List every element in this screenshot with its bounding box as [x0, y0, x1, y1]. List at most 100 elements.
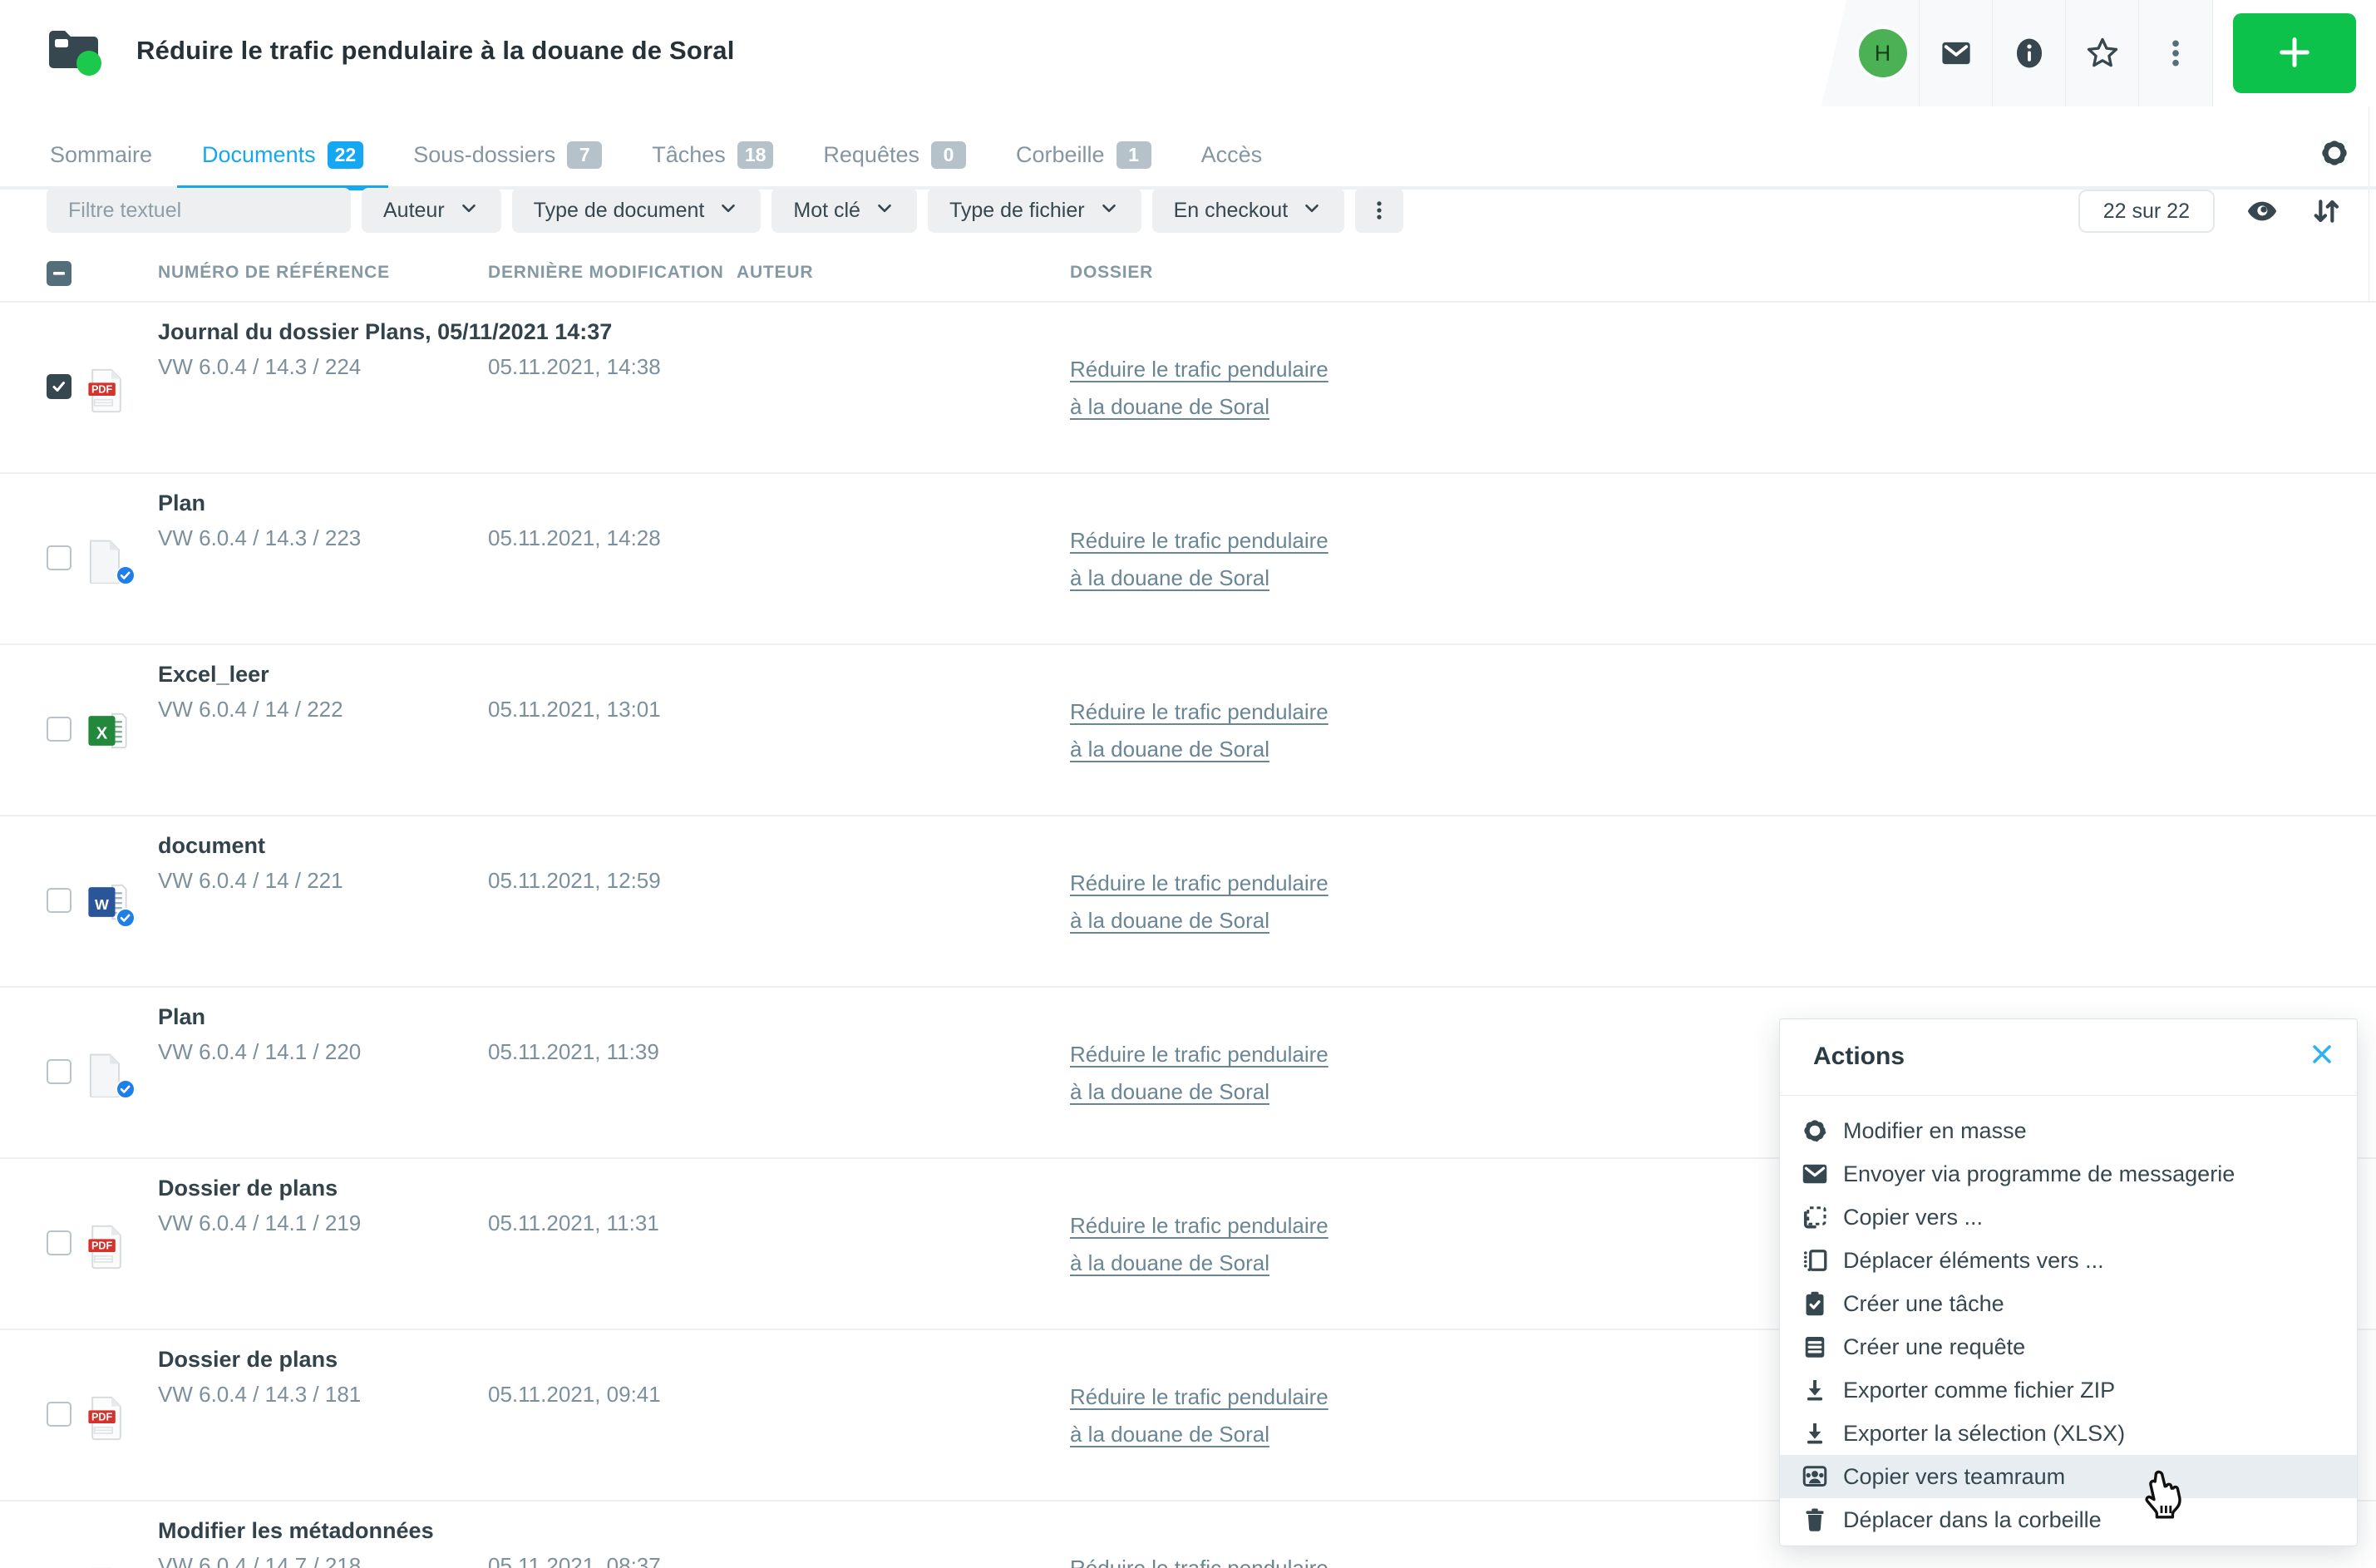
menu-item-creer-une-tache[interactable]: Créer une tâche: [1780, 1282, 2357, 1325]
row-checkbox[interactable]: [47, 1059, 71, 1084]
add-button[interactable]: [2233, 13, 2356, 93]
filter-dropdown-mot-cle[interactable]: Mot clé: [771, 188, 917, 233]
copy-icon: [1800, 1202, 1830, 1232]
download-icon: [1800, 1418, 1830, 1448]
sort-icon[interactable]: [2309, 193, 2343, 229]
document-reference: VW 6.0.4 / 14.3 / 224: [158, 354, 361, 380]
col-modification[interactable]: Dernière modification: [488, 263, 724, 283]
tab-bar: SommaireDocuments22Sous-dossiers7Tâches1…: [0, 125, 2376, 190]
filter-dropdown-type-de-fichier[interactable]: Type de fichier: [928, 188, 1141, 233]
folder-link[interactable]: Réduire le trafic pendulaire à la douane…: [1070, 1550, 1338, 1568]
excel-file-icon: X: [86, 710, 130, 757]
folder-link[interactable]: Réduire le trafic pendulaire à la douane…: [1070, 693, 1338, 768]
folder-link[interactable]: Réduire le trafic pendulaire à la douane…: [1070, 1378, 1338, 1453]
actions-menu: Actions Modifier en masse Envoyer via pr…: [1779, 1018, 2358, 1546]
filter-dropdown-auteur[interactable]: Auteur: [362, 188, 501, 233]
menu-item-modifier-en-masse[interactable]: Modifier en masse: [1780, 1109, 2357, 1152]
row-checkbox[interactable]: [47, 717, 71, 742]
menu-item-exporter-la-selection-xlsx[interactable]: Exporter la sélection (XLSX): [1780, 1412, 2357, 1455]
chevron-down-icon: [1098, 197, 1120, 224]
filter-dropdown-type-de-document[interactable]: Type de document: [512, 188, 762, 233]
row-checkbox[interactable]: [47, 888, 71, 913]
table-header: Numéro de référence Dernière modificatio…: [0, 249, 2376, 303]
document-title: Plan: [158, 1004, 205, 1030]
tab-count-badge: 7: [567, 141, 602, 169]
document-modified: 05.11.2021, 11:39: [488, 1039, 659, 1065]
svg-text:PDF: PDF: [91, 384, 112, 396]
eye-icon[interactable]: [2243, 195, 2281, 228]
menu-item-creer-une-requete[interactable]: Créer une requête: [1780, 1325, 2357, 1368]
avatar[interactable]: H: [1846, 0, 1920, 106]
chevron-down-icon: [1301, 197, 1323, 224]
tab-count-badge: 22: [328, 141, 364, 169]
menu-item-envoyer-via-programme-de-messagerie[interactable]: Envoyer via programme de messagerie: [1780, 1152, 2357, 1196]
kebab-icon[interactable]: [2139, 0, 2212, 106]
tab-documents[interactable]: Documents22: [177, 125, 388, 190]
menu-item-deplacer-elements-vers[interactable]: Déplacer éléments vers ...: [1780, 1239, 2357, 1282]
info-icon[interactable]: [1993, 0, 2066, 106]
tab-corbeille[interactable]: Corbeille1: [991, 125, 1176, 190]
filter-bar: AuteurType de documentMot cléType de fic…: [0, 185, 2376, 243]
menu-item-copier-vers-teamraum[interactable]: Copier vers teamraum: [1780, 1455, 2357, 1498]
col-folder[interactable]: Dossier: [1070, 263, 1153, 283]
svg-text:PDF: PDF: [91, 1412, 112, 1423]
table-row[interactable]: Plan VW 6.0.4 / 14.3 / 223 05.11.2021, 1…: [0, 474, 2376, 645]
document-checked-icon: [86, 539, 130, 585]
select-all-checkbox[interactable]: [47, 261, 71, 286]
filter-dropdown-en-checkout[interactable]: En checkout: [1152, 188, 1345, 233]
menu-item-deplacer-dans-la-corbeille[interactable]: Déplacer dans la corbeille: [1780, 1498, 2357, 1541]
pdf-file-icon: PDF: [86, 1224, 130, 1270]
chevron-down-icon: [717, 197, 739, 224]
document-title: Dossier de plans: [158, 1176, 338, 1201]
star-icon[interactable]: [2066, 0, 2139, 106]
folder-link[interactable]: Réduire le trafic pendulaire à la douane…: [1070, 1207, 1338, 1282]
plus-icon: [2275, 33, 2314, 74]
tab-taches[interactable]: Tâches18: [627, 125, 798, 190]
text-filter-input[interactable]: [68, 188, 329, 233]
table-row[interactable]: X Excel_leer VW 6.0.4 / 14 / 222 05.11.2…: [0, 645, 2376, 816]
folder-link[interactable]: Réduire le trafic pendulaire à la douane…: [1070, 522, 1338, 597]
bulk-edit-icon: [1800, 1116, 1830, 1146]
pdf-file-icon: PDF: [86, 1395, 130, 1442]
actions-menu-title: Actions: [1813, 1043, 1905, 1071]
document-title: Excel_leer: [158, 662, 269, 688]
document-reference: VW 6.0.4 / 14.1 / 220: [158, 1039, 361, 1065]
table-row[interactable]: PDF Journal du dossier Plans, 05/11/2021…: [0, 303, 2376, 474]
tab-requetes[interactable]: Requêtes0: [798, 125, 991, 190]
document-reference: VW 6.0.4 / 14.1 / 219: [158, 1211, 361, 1236]
gear-icon[interactable]: [2318, 136, 2351, 170]
row-checkbox[interactable]: [47, 374, 71, 399]
document-title: Modifier les métadonnées: [158, 1518, 434, 1544]
folder-link[interactable]: Réduire le trafic pendulaire à la douane…: [1070, 351, 1338, 426]
tab-sous-dossiers[interactable]: Sous-dossiers7: [388, 125, 627, 190]
create-task-icon: [1800, 1289, 1830, 1319]
document-checked-icon: [86, 1053, 130, 1099]
document-modified: 05.11.2021, 09:41: [488, 1382, 661, 1408]
document-modified: 05.11.2021, 14:38: [488, 354, 661, 380]
document-modified: 05.11.2021, 08:37: [488, 1553, 661, 1568]
document-title: Journal du dossier Plans, 05/11/2021 14:…: [158, 319, 612, 345]
row-checkbox[interactable]: [47, 1402, 71, 1427]
page-title: Réduire le trafic pendulaire à la douane…: [136, 36, 735, 66]
tab-sommaire[interactable]: Sommaire: [47, 125, 177, 190]
move-icon: [1800, 1245, 1830, 1275]
tab-acces[interactable]: Accès: [1176, 125, 1288, 190]
folder-link[interactable]: Réduire le trafic pendulaire à la douane…: [1070, 865, 1338, 939]
col-author[interactable]: Auteur: [737, 263, 813, 283]
folder-link[interactable]: Réduire le trafic pendulaire à la douane…: [1070, 1036, 1338, 1111]
document-reference: VW 6.0.4 / 14.3 / 223: [158, 525, 361, 551]
tab-count-badge: 18: [737, 141, 774, 169]
menu-item-exporter-comme-fichier-zip[interactable]: Exporter comme fichier ZIP: [1780, 1368, 2357, 1412]
row-checkbox[interactable]: [47, 1230, 71, 1255]
text-filter-field[interactable]: [47, 188, 351, 233]
close-icon[interactable]: [2307, 1039, 2337, 1072]
teamraum-icon: [1800, 1462, 1830, 1492]
send-mail-icon: [1800, 1159, 1830, 1189]
menu-item-copier-vers[interactable]: Copier vers ...: [1780, 1196, 2357, 1239]
table-row[interactable]: W document VW 6.0.4 / 14 / 221 05.11.202…: [0, 816, 2376, 988]
svg-text:W: W: [95, 896, 109, 913]
mail-icon[interactable]: [1920, 0, 1993, 106]
row-checkbox[interactable]: [47, 545, 71, 570]
col-reference[interactable]: Numéro de référence: [158, 263, 390, 283]
more-filters-kebab-icon[interactable]: [1355, 188, 1403, 233]
